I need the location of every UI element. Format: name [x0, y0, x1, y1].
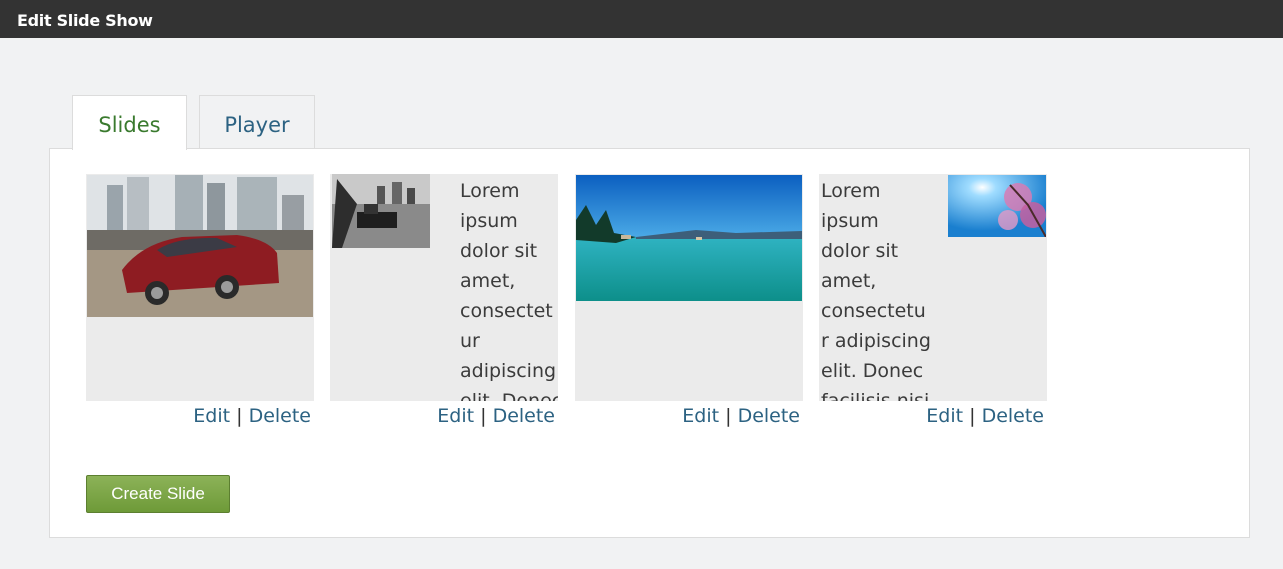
slide-actions: Edit | Delete: [575, 405, 803, 427]
slide-card: Lorem ipsum dolor sit amet, consectetur …: [330, 174, 558, 401]
edit-link[interactable]: Edit: [682, 405, 719, 427]
slide-image: [576, 175, 802, 301]
delete-link[interactable]: Delete: [493, 405, 555, 427]
create-slide-button[interactable]: Create Slide: [86, 475, 230, 513]
delete-link[interactable]: Delete: [249, 405, 311, 427]
delete-link[interactable]: Delete: [982, 405, 1044, 427]
slide-image: [87, 175, 313, 317]
window-title-bar: Edit Slide Show: [0, 0, 1283, 38]
window-title: Edit Slide Show: [17, 11, 153, 30]
slide-image: [948, 175, 1046, 237]
slide-card: [86, 174, 314, 401]
slide-text: Lorem ipsum dolor sit amet, consectetur …: [821, 180, 931, 401]
separator: |: [725, 405, 732, 427]
slide-card: [575, 174, 803, 401]
separator: |: [969, 405, 976, 427]
tab-player[interactable]: Player: [199, 95, 315, 149]
slide-text: Lorem ipsum dolor sit amet, consectetur …: [460, 180, 558, 401]
edit-link[interactable]: Edit: [437, 405, 474, 427]
delete-link[interactable]: Delete: [738, 405, 800, 427]
edit-link[interactable]: Edit: [926, 405, 963, 427]
slide-card: Lorem ipsum dolor sit amet, consectetur …: [819, 174, 1047, 401]
slide-actions: Edit | Delete: [86, 405, 314, 427]
slide-actions: Edit | Delete: [330, 405, 558, 427]
edit-link[interactable]: Edit: [193, 405, 230, 427]
slide-image: [332, 174, 430, 248]
slide-actions: Edit | Delete: [819, 405, 1047, 427]
separator: |: [480, 405, 487, 427]
separator: |: [236, 405, 243, 427]
tab-slides[interactable]: Slides: [72, 95, 187, 150]
